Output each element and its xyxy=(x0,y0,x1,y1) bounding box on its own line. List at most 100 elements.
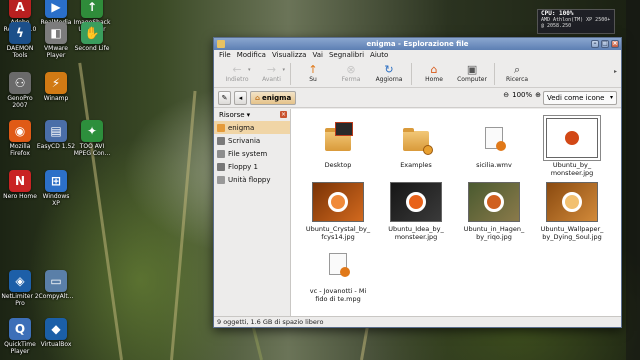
zoom-level[interactable]: 100% xyxy=(512,91,532,99)
maximize-button[interactable]: □ xyxy=(601,40,609,48)
window-title: enigma - Esplorazione file xyxy=(366,40,469,48)
breadcrumb-current[interactable]: ⌂ enigma xyxy=(250,90,297,105)
edit-location-icon: ✎ xyxy=(221,93,228,102)
file-name: Ubuntu_in_Hagen_ by_riqo.jpg xyxy=(463,225,525,241)
file-name: sicilia.wmv xyxy=(476,161,512,169)
desktop-shortcut[interactable]: ◧ VMware Player xyxy=(36,22,76,59)
toolbar-separator xyxy=(411,63,413,85)
desktop-icon xyxy=(217,136,225,145)
toolbar-label: Ricerca xyxy=(505,76,529,83)
menu-segnalibri[interactable]: Segnalibri xyxy=(329,50,364,61)
file-item[interactable]: sicilia.wmv xyxy=(458,117,530,169)
desktop-shortcut-label: VirtualBox xyxy=(40,341,72,348)
desktop-shortcut[interactable]: ⊞ Windows XP xyxy=(36,170,76,207)
system-monitor-widget: CPU: 100% AMD Athlon(TM) XP 2500+ @ 2058… xyxy=(537,9,615,34)
sidebar-item-label: enigma xyxy=(228,123,255,132)
sidebar-item-label: Scrivania xyxy=(228,136,261,145)
sidebar-header[interactable]: Risorse ▾ × xyxy=(214,109,290,121)
desktop-shortcut-label: Nero Home xyxy=(3,193,37,200)
sidebar-item-unità-floppy[interactable]: Unità floppy xyxy=(214,173,290,186)
sidebar-item-enigma[interactable]: enigma xyxy=(214,121,290,134)
desktop-shortcut[interactable]: ✋ Second Life xyxy=(72,22,112,52)
folder-icon xyxy=(302,117,374,159)
window-titlebar[interactable]: enigma - Esplorazione file – □ × xyxy=(214,38,621,50)
toggle-location-button[interactable]: ✎ xyxy=(218,90,231,105)
sidebar-item-file-system[interactable]: File system xyxy=(214,147,290,160)
back-arrow-icon: ← xyxy=(232,63,242,76)
winamp-icon: ⚡ xyxy=(45,72,67,94)
desktop-shortcut[interactable]: ⚇ GenoPro 2007 xyxy=(0,72,40,109)
netlimiter-icon: ◈ xyxy=(9,270,31,292)
computer-icon: ▭ xyxy=(45,270,67,292)
image-thumbnail xyxy=(380,181,452,223)
close-button[interactable]: × xyxy=(611,40,619,48)
chevron-left-icon: ◂ xyxy=(238,93,243,102)
floppy-icon xyxy=(217,162,225,171)
file-name: Ubuntu_Wallpaper_ by_Dying_Soul.jpg xyxy=(540,225,604,241)
desktop-shortcut[interactable]: ⚡ Winamp xyxy=(36,72,76,102)
virtualbox-icon: ◆ xyxy=(45,318,67,340)
minimize-button[interactable]: – xyxy=(591,40,599,48)
desktop-shortcut[interactable]: ▭ CompyAlt... xyxy=(36,270,76,300)
desktop-shortcut-label: CompyAlt... xyxy=(38,293,74,300)
file-view[interactable]: Desktop Examples sicilia.wmv Ubuntu_by_ mon… xyxy=(291,109,621,316)
desktop-shortcut-label: Mozilla Firefox xyxy=(9,143,31,157)
menubar: File Modifica Visualizza Vai Segnalibri Aiuto xyxy=(214,50,621,61)
desktop-shortcut[interactable]: Q QuickTime Player xyxy=(0,318,40,355)
desktop-shortcut[interactable]: ◉ Mozilla Firefox xyxy=(0,120,40,157)
menu-visualizza[interactable]: Visualizza xyxy=(272,50,306,61)
su-button[interactable]: ↑ Su xyxy=(294,63,332,83)
toolbar-overflow-icon[interactable]: ▸ xyxy=(614,68,617,75)
desktop-shortcut[interactable]: ϟ DAEMON Tools xyxy=(0,22,40,59)
stop-icon: ⊗ xyxy=(346,63,356,76)
floppy-drive-icon xyxy=(217,175,225,184)
desktop-shortcut-label: DAEMON Tools xyxy=(6,45,34,59)
desktop-shortcut-label: Second Life xyxy=(74,45,110,52)
path-back-button[interactable]: ◂ xyxy=(234,90,247,105)
close-sidebar-icon[interactable]: × xyxy=(280,111,287,118)
media-player-icon: ▶ xyxy=(45,0,67,18)
menu-file[interactable]: File xyxy=(219,50,231,61)
daemon-tools-icon: ϟ xyxy=(9,22,31,44)
file-item[interactable]: Ubuntu_Wallpaper_ by_Dying_Soul.jpg xyxy=(536,181,608,241)
file-item[interactable]: Ubuntu_Idea_by_ monsteer.jpg xyxy=(380,181,452,241)
desktop-shortcut[interactable]: ◆ VirtualBox xyxy=(36,318,76,348)
desktop-shortcut[interactable]: ▤ EasyCD 1.52 xyxy=(36,120,76,150)
desktop-shortcut[interactable]: ✦ TOO AVI MPEG Con... xyxy=(72,120,112,157)
ferma-button[interactable]: ⊗ Ferma xyxy=(332,63,370,83)
folder-item[interactable]: Examples xyxy=(380,117,452,169)
desktop-shortcut[interactable]: N Nero Home xyxy=(0,170,40,200)
desktop-shortcut[interactable]: ◈ NetLimiter 2 Pro xyxy=(0,270,40,307)
ricerca-button[interactable]: ⌕ Ricerca xyxy=(498,63,536,84)
status-bar: 9 oggetti, 1.6 GB di spazio libero xyxy=(214,316,621,327)
home-folder-icon xyxy=(217,123,225,132)
home-folder-icon: ⌂ xyxy=(255,93,261,102)
file-item[interactable]: vc - Jovanotti - Mi fido di te.mpg xyxy=(302,243,374,303)
home-button[interactable]: ⌂ Home xyxy=(415,63,453,83)
folder-item[interactable]: Desktop xyxy=(302,117,374,169)
computer-button[interactable]: ▣ Computer xyxy=(453,63,491,83)
aggiorna-button[interactable]: ↻ Aggiorna xyxy=(370,63,408,83)
file-item[interactable]: Ubuntu_by_ monsteer.jpg xyxy=(536,115,608,177)
forward-arrow-icon: → xyxy=(266,63,277,76)
zoom-out-icon[interactable]: ⊖ xyxy=(503,91,509,99)
zoom-in-icon[interactable]: ⊕ xyxy=(535,91,541,99)
toolbar-label: Home xyxy=(425,76,443,83)
menu-modifica[interactable]: Modifica xyxy=(237,50,266,61)
image-thumbnail xyxy=(536,181,608,223)
view-mode-select[interactable]: Vedi come icone ▾ xyxy=(543,91,617,105)
sidebar-item-floppy-1[interactable]: Floppy 1 xyxy=(214,160,290,173)
zoom-control: ⊖ 100% ⊕ xyxy=(503,91,541,99)
vmware-icon: ◧ xyxy=(45,22,67,44)
file-name: Desktop xyxy=(324,161,352,169)
file-name: vc - Jovanotti - Mi fido di te.mpg xyxy=(309,287,367,303)
avanti-button[interactable]: → Avanti xyxy=(253,63,291,83)
file-item[interactable]: Ubuntu_Crystal_by_ fcys14.jpg xyxy=(302,181,374,241)
indietro-button[interactable]: ← Indietro xyxy=(218,63,256,83)
menu-vai[interactable]: Vai xyxy=(312,50,322,61)
menu-aiuto[interactable]: Aiuto xyxy=(370,50,388,61)
sidebar-item-scrivania[interactable]: Scrivania xyxy=(214,134,290,147)
file-item[interactable]: Ubuntu_in_Hagen_ by_riqo.jpg xyxy=(458,181,530,241)
desktop-shortcut-label: VMware Player xyxy=(44,45,68,59)
sidebar: Risorse ▾ × enigma Scrivania File system Fl… xyxy=(214,109,291,316)
